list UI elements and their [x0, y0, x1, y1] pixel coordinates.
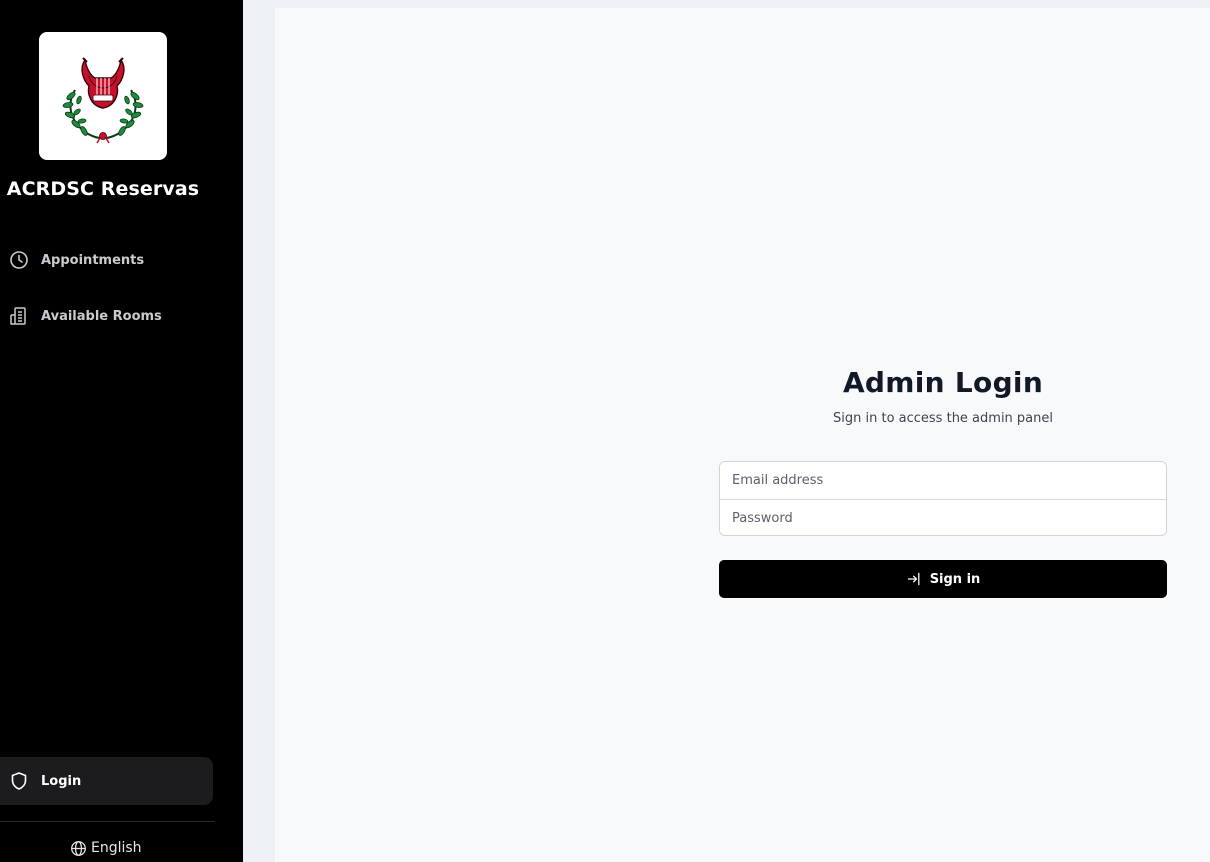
globe-icon — [70, 840, 87, 857]
sidebar-item-label: Login — [41, 773, 82, 789]
sign-in-button[interactable]: Sign in — [719, 560, 1167, 598]
sign-in-label: Sign in — [929, 571, 981, 587]
language-label: English — [91, 840, 142, 856]
sidebar-item-label: Available Rooms — [41, 308, 162, 324]
sidebar-item-label: Appointments — [41, 252, 145, 268]
sidebar-item-available-rooms[interactable]: Available Rooms — [0, 296, 230, 336]
page-title: Admin Login — [842, 366, 1044, 399]
shield-icon — [9, 771, 29, 791]
building-icon — [9, 306, 29, 326]
page-subtitle: Sign in to access the admin panel — [833, 411, 1053, 426]
password-field[interactable] — [720, 500, 1166, 535]
sidebar-divider — [0, 821, 215, 822]
sidebar-item-login[interactable]: Login — [0, 757, 213, 805]
credentials-group — [719, 461, 1167, 536]
language-selector[interactable]: English — [70, 837, 142, 859]
clock-icon — [9, 250, 29, 270]
sidebar-item-appointments[interactable]: Appointments — [0, 240, 230, 280]
sidebar: ACRDSC Reservas Appointments Available R… — [0, 0, 243, 862]
app-logo[interactable] — [39, 32, 167, 160]
email-field[interactable] — [720, 462, 1166, 499]
main-panel: Admin Login Sign in to access the admin … — [275, 8, 1210, 862]
app-title: ACRDSC Reservas — [6, 178, 200, 200]
lyre-laurel-emblem-icon — [62, 57, 144, 144]
sign-in-arrow-icon — [906, 571, 922, 587]
